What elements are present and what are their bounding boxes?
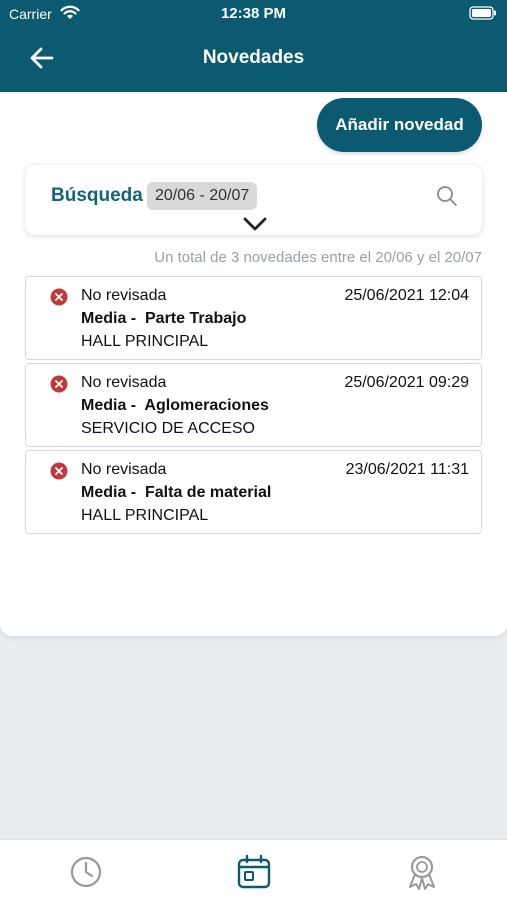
item-title: Media - Aglomeraciones bbox=[81, 397, 269, 414]
error-status-icon bbox=[50, 462, 68, 480]
results-summary: Un total de 3 novedades entre el 20/06 y… bbox=[154, 249, 482, 266]
main-panel: Añadir novedad Búsqueda 20/06 - 20/07 Un… bbox=[0, 92, 507, 636]
battery-icon bbox=[469, 6, 496, 20]
award-icon bbox=[409, 855, 435, 890]
search-icon[interactable] bbox=[436, 185, 458, 207]
date-range-chip[interactable]: 20/06 - 20/07 bbox=[147, 182, 258, 210]
page-title: Novedades bbox=[202, 47, 305, 68]
chevron-down-icon[interactable] bbox=[243, 217, 267, 231]
item-title: Media - Falta de material bbox=[81, 484, 272, 501]
add-novedad-button[interactable]: Añadir novedad bbox=[317, 98, 482, 152]
item-status: No revisada bbox=[81, 287, 167, 304]
item-location: HALL PRINCIPAL bbox=[81, 333, 209, 350]
item-status: No revisada bbox=[81, 461, 167, 478]
nav-bar: Novedades bbox=[0, 30, 507, 90]
search-label: Búsqueda bbox=[51, 185, 143, 206]
error-status-icon bbox=[50, 288, 68, 306]
item-datetime: 23/06/2021 11:31 bbox=[345, 461, 469, 478]
item-title: Media - Parte Trabajo bbox=[81, 310, 247, 327]
item-location: SERVICIO DE ACCESO bbox=[81, 420, 255, 437]
tab-calendar[interactable] bbox=[234, 852, 274, 892]
calendar-icon bbox=[237, 854, 271, 889]
tab-history[interactable] bbox=[66, 852, 106, 892]
clock-icon bbox=[70, 856, 102, 888]
tab-bar bbox=[0, 839, 507, 900]
search-panel[interactable]: Búsqueda 20/06 - 20/07 bbox=[25, 165, 482, 235]
status-time: 12:38 PM bbox=[220, 5, 287, 22]
status-bar: Carrier 12:38 PM bbox=[0, 0, 507, 30]
error-status-icon bbox=[50, 375, 68, 393]
item-location: HALL PRINCIPAL bbox=[81, 507, 209, 524]
item-datetime: 25/06/2021 12:04 bbox=[344, 287, 469, 304]
item-status: No revisada bbox=[81, 374, 167, 391]
item-datetime: 25/06/2021 09:29 bbox=[344, 374, 469, 391]
tab-awards[interactable] bbox=[402, 852, 442, 892]
app-header: Carrier 12:38 PM Novedades bbox=[0, 0, 507, 92]
list-item[interactable]: No revisada 23/06/2021 11:31 Media - Fal… bbox=[25, 450, 482, 534]
list-item[interactable]: No revisada 25/06/2021 09:29 Media - Agl… bbox=[25, 363, 482, 447]
list-item[interactable]: No revisada 25/06/2021 12:04 Media - Par… bbox=[25, 276, 482, 360]
